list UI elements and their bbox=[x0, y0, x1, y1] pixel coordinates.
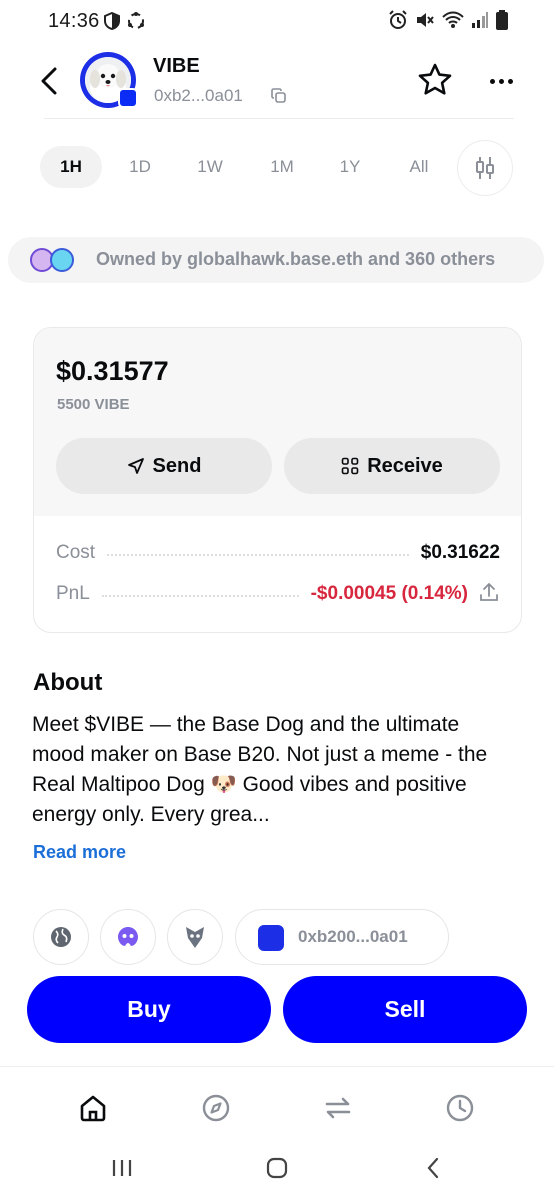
sync-icon bbox=[128, 12, 144, 29]
tab-1m[interactable]: 1M bbox=[251, 146, 313, 188]
basescan-icon bbox=[186, 927, 204, 948]
bottom-nav-divider bbox=[0, 1066, 554, 1067]
tab-1d[interactable]: 1D bbox=[109, 146, 171, 188]
owned-by-text: Owned by globalhawk.base.eth and 360 oth… bbox=[96, 249, 496, 269]
mute-icon bbox=[417, 13, 434, 27]
tab-1h[interactable]: 1H bbox=[40, 146, 102, 188]
status-time: 14:36 bbox=[48, 10, 100, 32]
sell-button[interactable]: Sell bbox=[283, 976, 527, 1043]
explore-icon bbox=[202, 1094, 230, 1122]
status-right-icons bbox=[388, 10, 508, 30]
recent-apps-icon bbox=[112, 1160, 132, 1176]
cost-value: $0.31622 bbox=[420, 542, 500, 563]
recent-apps-button[interactable] bbox=[107, 1154, 137, 1182]
tab-1y[interactable]: 1Y bbox=[319, 146, 381, 188]
more-icon-dot bbox=[489, 78, 495, 84]
more-button[interactable] bbox=[484, 66, 518, 96]
about-title: About bbox=[33, 669, 103, 696]
token-chain-icon bbox=[258, 925, 284, 951]
back-button[interactable] bbox=[34, 64, 64, 98]
contract-address-pill[interactable]: 0xb200...0a01 bbox=[235, 909, 449, 965]
pnl-row: PnL -$0.00045 (0.14%) bbox=[56, 581, 500, 607]
tab-1w[interactable]: 1W bbox=[179, 146, 241, 188]
dotted-leader bbox=[101, 595, 299, 597]
base-chain-badge bbox=[118, 88, 138, 108]
history-icon bbox=[446, 1094, 474, 1122]
send-button[interactable]: Send bbox=[56, 438, 272, 494]
back-arrow-icon bbox=[41, 67, 57, 95]
nav-history[interactable] bbox=[440, 1088, 480, 1128]
read-more-link[interactable]: Read more bbox=[33, 842, 126, 863]
owner-avatars bbox=[30, 248, 80, 272]
qr-code-icon bbox=[341, 457, 359, 475]
header-divider bbox=[44, 118, 514, 119]
home-system-button[interactable] bbox=[262, 1154, 292, 1182]
contract-address: 0xb200...0a01 bbox=[298, 927, 408, 946]
candlestick-icon bbox=[476, 157, 494, 179]
time-range-tabs: 1H 1D 1W 1M 1Y All bbox=[40, 140, 520, 196]
owned-by-pill[interactable]: Owned by globalhawk.base.eth and 360 oth… bbox=[8, 237, 544, 283]
pnl-value: -$0.00045 (0.14%) bbox=[310, 583, 468, 604]
holdings-value: $0.31577 bbox=[56, 356, 169, 386]
farcaster-link-button[interactable] bbox=[100, 909, 156, 965]
wifi-icon bbox=[442, 11, 464, 28]
share-icon[interactable] bbox=[478, 581, 500, 608]
chevron-left-icon bbox=[427, 1157, 439, 1179]
holdings-card: $0.31577 5500 VIBE Send Receive Cost $0.… bbox=[33, 327, 522, 633]
shield-icon bbox=[104, 12, 120, 30]
system-back-button[interactable] bbox=[418, 1154, 448, 1182]
receive-button[interactable]: Receive bbox=[284, 438, 500, 494]
signal-icon bbox=[472, 12, 488, 28]
token-address[interactable]: 0xb2...0a01 bbox=[154, 86, 243, 106]
cost-label: Cost bbox=[56, 542, 96, 563]
home-icon bbox=[80, 1095, 106, 1122]
star-icon bbox=[418, 63, 452, 95]
about-description: Meet $VIBE — the Base Dog and the ultima… bbox=[32, 713, 488, 826]
favorite-button[interactable] bbox=[417, 62, 453, 98]
token-name: VIBE bbox=[153, 55, 200, 77]
status-bar: 14:36 bbox=[0, 0, 554, 42]
website-link-button[interactable] bbox=[33, 909, 89, 965]
token-header: VIBE 0xb2...0a01 bbox=[0, 50, 554, 116]
status-left-icons bbox=[104, 11, 146, 31]
send-icon bbox=[127, 458, 144, 474]
more-icon-dot bbox=[498, 78, 504, 84]
chart-type-button[interactable] bbox=[457, 140, 513, 196]
dotted-leader bbox=[107, 554, 409, 556]
pnl-label: PnL bbox=[56, 583, 90, 604]
token-avatar bbox=[80, 52, 138, 108]
home-square-icon bbox=[266, 1157, 288, 1179]
owner-avatar bbox=[50, 248, 74, 272]
more-icon-dot bbox=[507, 78, 513, 84]
tab-all[interactable]: All bbox=[388, 146, 450, 188]
send-label: Send bbox=[152, 454, 202, 477]
copy-icon[interactable] bbox=[271, 88, 287, 109]
globe-icon bbox=[51, 927, 71, 947]
receive-label: Receive bbox=[367, 454, 443, 477]
cost-row: Cost $0.31622 bbox=[56, 540, 500, 566]
swap-icon bbox=[325, 1097, 351, 1119]
system-navigation-bar bbox=[0, 1148, 554, 1188]
holdings-amount: 5500 VIBE bbox=[57, 396, 130, 413]
nav-explore[interactable] bbox=[196, 1088, 236, 1128]
holdings-summary: $0.31577 5500 VIBE Send Receive bbox=[34, 328, 521, 516]
basescan-link-button[interactable] bbox=[167, 909, 223, 965]
farcaster-icon bbox=[118, 927, 138, 946]
nav-home[interactable] bbox=[73, 1088, 113, 1128]
battery-icon bbox=[496, 10, 508, 30]
alarm-icon bbox=[389, 10, 407, 29]
buy-button[interactable]: Buy bbox=[27, 976, 271, 1043]
nav-swap[interactable] bbox=[318, 1088, 358, 1128]
